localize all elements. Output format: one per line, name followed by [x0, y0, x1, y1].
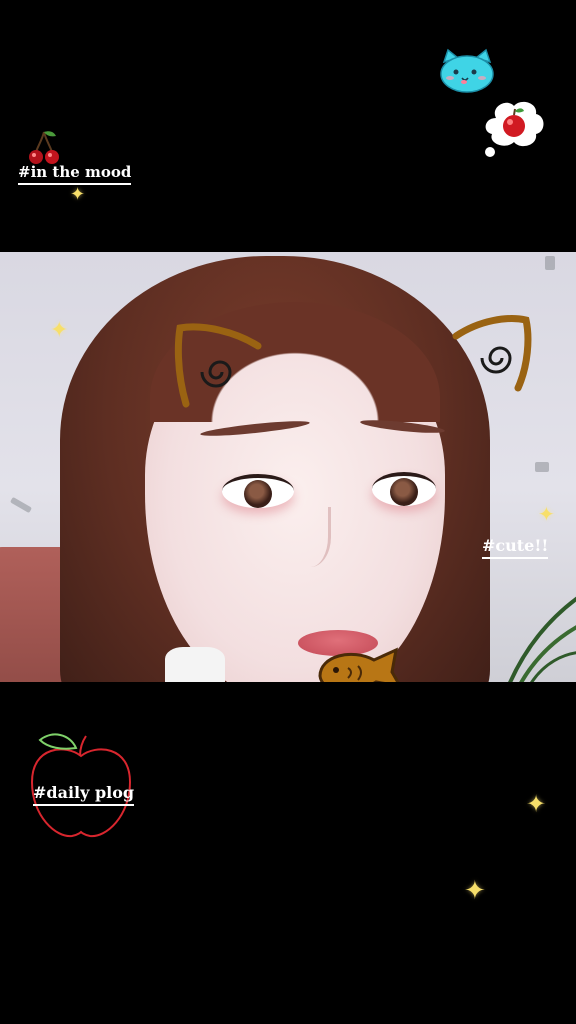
sparkle-icon: ✦: [538, 502, 555, 526]
cat-ear-icon: [452, 315, 532, 392]
top-sticker-area: #in the mood ✦: [0, 0, 576, 252]
cute-tag-text: #cute!!: [482, 536, 549, 555]
shirt-collar: [165, 647, 225, 682]
sparkle-icon: ✦: [526, 790, 547, 818]
sparkle-icon: ✦: [50, 318, 69, 343]
right-iris: [390, 478, 418, 506]
wall-mark: [535, 462, 549, 472]
cat-ear-icon: [174, 323, 262, 408]
sparkle-icon: ✦: [464, 876, 486, 906]
cat-face-icon: [440, 48, 494, 93]
wall-mark: [9, 496, 33, 514]
in-the-mood-tag-text: #in the mood: [18, 163, 132, 181]
apple-thought-bubble-icon: [485, 101, 544, 157]
taiyaki-fish-icon: [318, 647, 400, 682]
cherry-icon: [29, 131, 59, 164]
nose: [290, 507, 331, 567]
left-iris: [244, 480, 272, 508]
selfie-photo: ✦ ✦ #cute!!: [0, 252, 576, 682]
plant: [508, 596, 576, 682]
daily-plog-tag: #daily plog: [33, 783, 135, 806]
wall-mark: [545, 256, 555, 270]
sparkle-icon: ✦: [70, 184, 86, 205]
bottom-sticker-area: #daily plog ✦ ✦: [0, 682, 576, 1024]
cute-tag: #cute!!: [482, 536, 549, 559]
in-the-mood-tag: #in the mood: [18, 163, 132, 185]
tag-underline: [482, 557, 549, 559]
daily-plog-tag-text: #daily plog: [33, 783, 135, 802]
left-eye: [222, 474, 294, 508]
right-eye: [372, 472, 436, 506]
tag-underline: [33, 804, 135, 806]
